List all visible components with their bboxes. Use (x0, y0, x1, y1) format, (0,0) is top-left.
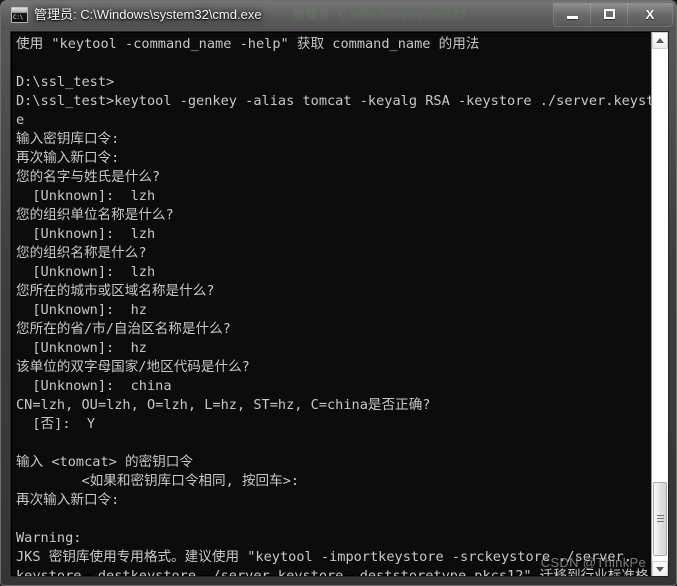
console-line: e (16, 112, 25, 128)
minimize-icon (554, 3, 590, 25)
maximize-icon (591, 3, 627, 25)
console-line: [Unknown]: china (16, 378, 172, 394)
console-line: Warning: (16, 530, 82, 546)
console-line: 使用 "keytool -command_name -help" 获取 comm… (16, 36, 480, 52)
window-title: 管理员: C:\Windows\system32\cmd.exe (34, 7, 262, 22)
console-line: 您的组织单位名称是什么? (16, 207, 174, 223)
console-line: CN=lzh, OU=lzh, O=lzh, L=hz, ST=hz, C=ch… (16, 397, 431, 413)
console-line: [否]: Y (16, 416, 96, 432)
console-line: 输入密钥库口令: (16, 131, 120, 147)
console-line: 该单位的双字母国家/地区代码是什么? (16, 359, 250, 375)
console-output: 使用 "keytool -command_name -help" 获取 comm… (16, 35, 669, 577)
console-line: [Unknown]: hz (16, 302, 147, 318)
minimize-button[interactable] (554, 3, 591, 25)
console-line: 您的组织名称是什么? (16, 245, 147, 261)
cmd-console-icon: C:\ (11, 7, 28, 23)
scroll-thumb[interactable] (653, 482, 667, 556)
console-line: 再次输入新口令: (16, 492, 120, 508)
console-line: JKS 密钥库使用专用格式。建议使用 "keytool -importkeyst… (16, 549, 632, 565)
console-line: [Unknown]: lzh (16, 188, 156, 204)
console-line: 您的名字与姓氏是什么? (16, 169, 161, 185)
scroll-thumb-grip-icon (657, 515, 664, 524)
console-client-area[interactable]: 使用 "keytool -command_name -help" 获取 comm… (10, 31, 669, 577)
console-line: D:\ssl_test>keytool -genkey -alias tomca… (16, 93, 669, 109)
scroll-up-arrow-button[interactable] (652, 32, 668, 49)
console-line: 您所在的城市或区域名称是什么? (16, 283, 215, 299)
scroll-down-arrow-button[interactable] (652, 561, 668, 576)
chevron-up-icon (656, 38, 664, 43)
icon-prompt-text: C:\ (13, 14, 23, 21)
console-line: keystore -destkeystore ./server.keystore… (16, 568, 649, 577)
close-icon: X (645, 6, 655, 22)
console-scrollbar[interactable] (651, 32, 668, 576)
chevron-down-icon (656, 567, 664, 572)
console-line: [Unknown]: hz (16, 340, 147, 356)
console-line: [Unknown]: lzh (16, 226, 156, 242)
caption-button-group: X (553, 3, 673, 27)
console-line: 您所在的省/市/自治区名称是什么? (16, 321, 231, 337)
console-line: 输入 <tomcat> 的密钥口令 (16, 454, 193, 470)
console-line: D:\ssl_test> (16, 74, 115, 90)
cmd-window: C:\ 管理员: C:\Windows\system32 管理员: C:\Win… (0, 0, 677, 586)
close-button[interactable]: X (628, 3, 672, 25)
title-bar[interactable]: C:\ 管理员: C:\Windows\system32 管理员: C:\Win… (1, 1, 676, 30)
console-line: <如果和密钥库口令相同, 按回车>: (16, 473, 300, 489)
maximize-button[interactable] (591, 3, 628, 25)
title-ghost-text: 管理员: C:\Windows\system32 (293, 8, 467, 22)
console-line: 再次输入新口令: (16, 150, 120, 166)
console-line: [Unknown]: lzh (16, 264, 156, 280)
